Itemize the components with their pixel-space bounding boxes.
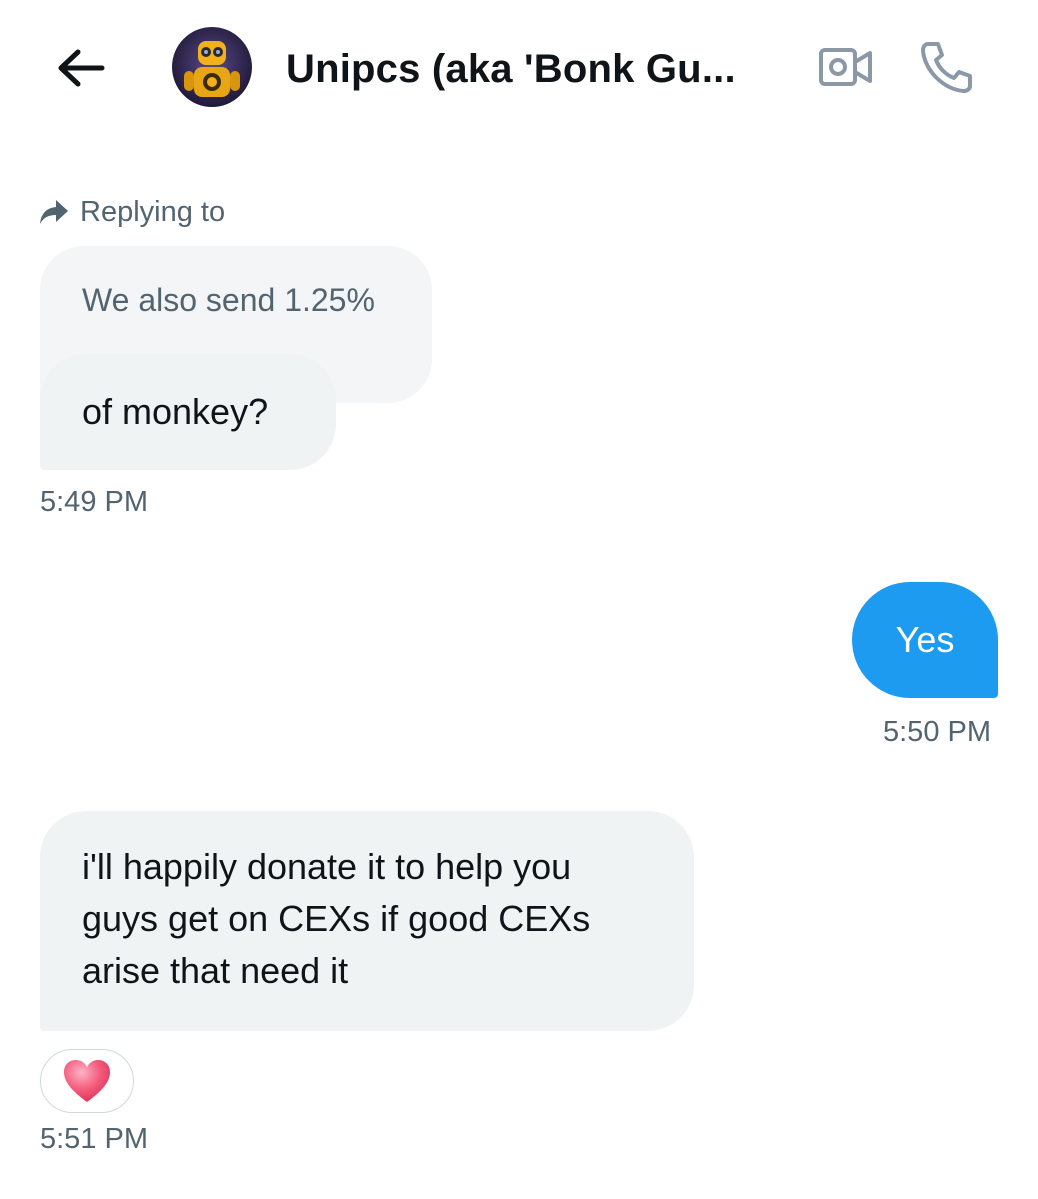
heart-icon — [64, 1060, 110, 1102]
robot-avatar-image — [172, 27, 252, 107]
voice-call-button[interactable] — [918, 38, 976, 96]
incoming-message-bubble[interactable]: i'll happily donate it to help you guys … — [40, 811, 694, 1031]
replying-to-label: Replying to — [80, 195, 226, 228]
message-timestamp: 5:50 PM — [883, 716, 991, 748]
back-button[interactable] — [52, 44, 108, 92]
arrow-left-icon — [58, 49, 105, 87]
video-call-button[interactable] — [818, 44, 874, 90]
phone-icon — [921, 42, 972, 93]
conversation-title[interactable]: Unipcs (aka 'Bonk Gu... — [286, 44, 786, 94]
avatar[interactable] — [172, 27, 252, 107]
video-camera-icon — [819, 48, 872, 86]
outgoing-message-bubble[interactable]: Yes — [852, 582, 998, 698]
quoted-message-text: We also send 1.25% — [82, 282, 375, 318]
message-timestamp: 5:49 PM — [40, 486, 148, 518]
message-text: of monkey? — [82, 391, 269, 432]
message-text: Yes — [895, 619, 955, 660]
heart-reaction[interactable] — [40, 1049, 134, 1113]
incoming-message-bubble[interactable]: of monkey? — [40, 354, 336, 470]
reply-arrow-icon — [40, 200, 68, 224]
message-text: i'll happily donate it to help you guys … — [82, 846, 591, 991]
message-timestamp: 5:51 PM — [40, 1123, 148, 1155]
replying-to-indicator: Replying to — [38, 194, 225, 230]
